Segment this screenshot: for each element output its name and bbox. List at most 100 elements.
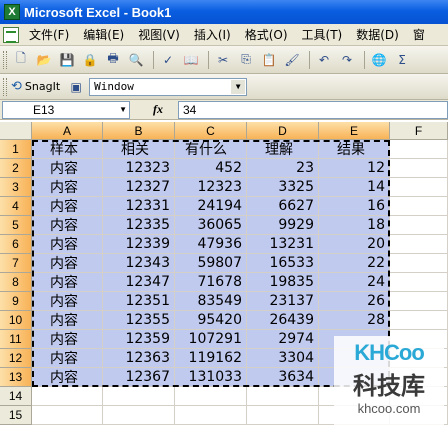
cell-c1[interactable]: 有什么 xyxy=(175,140,247,159)
table-cell[interactable]: 452 xyxy=(175,159,247,178)
table-cell[interactable] xyxy=(32,387,103,406)
table-cell[interactable]: 3634 xyxy=(247,368,319,387)
row-header[interactable]: 4 xyxy=(0,197,32,216)
formula-input[interactable]: 34 xyxy=(178,100,448,119)
table-cell[interactable] xyxy=(390,254,448,273)
table-cell[interactable]: 59807 xyxy=(175,254,247,273)
save-icon[interactable]: 💾 xyxy=(57,50,77,70)
table-cell[interactable]: 26 xyxy=(319,292,390,311)
menu-window[interactable]: 窗 xyxy=(413,26,425,43)
row-header[interactable]: 13 xyxy=(0,368,32,387)
row-header[interactable]: 7 xyxy=(0,254,32,273)
table-cell[interactable]: 6627 xyxy=(247,197,319,216)
menu-view[interactable]: 视图(V) xyxy=(138,26,180,43)
redo-icon[interactable]: ↷ xyxy=(337,50,357,70)
table-cell[interactable] xyxy=(390,159,448,178)
table-cell[interactable]: 36065 xyxy=(175,216,247,235)
column-header-e[interactable]: E xyxy=(319,122,390,140)
row-header[interactable]: 6 xyxy=(0,235,32,254)
fx-icon[interactable]: fx xyxy=(138,102,178,117)
table-cell[interactable]: 12343 xyxy=(103,254,175,273)
table-cell[interactable]: 12323 xyxy=(175,178,247,197)
table-cell[interactable]: 24194 xyxy=(175,197,247,216)
table-cell[interactable]: 71678 xyxy=(175,273,247,292)
table-cell[interactable]: 131033 xyxy=(175,368,247,387)
table-cell[interactable]: 3304 xyxy=(247,349,319,368)
table-cell[interactable]: 12351 xyxy=(103,292,175,311)
chevron-down-icon[interactable]: ▼ xyxy=(231,79,246,94)
capture-mode-select[interactable]: Window ▼ xyxy=(89,77,248,96)
column-header-f[interactable]: F xyxy=(390,122,448,140)
row-header[interactable]: 3 xyxy=(0,178,32,197)
row-header[interactable]: 15 xyxy=(0,406,32,425)
table-cell[interactable]: 内容 xyxy=(32,292,103,311)
table-cell[interactable]: 16533 xyxy=(247,254,319,273)
menu-tools[interactable]: 工具(T) xyxy=(302,26,343,43)
permission-icon[interactable]: 🔒 xyxy=(80,50,100,70)
toolbar-grip[interactable] xyxy=(3,77,7,96)
table-cell[interactable]: 23 xyxy=(247,159,319,178)
capture-settings-icon[interactable]: ▣ xyxy=(66,77,86,97)
hyperlink-icon[interactable]: 🌐 xyxy=(369,50,389,70)
undo-icon[interactable]: ↶ xyxy=(314,50,334,70)
table-cell[interactable] xyxy=(390,311,448,330)
table-cell[interactable]: 47936 xyxy=(175,235,247,254)
table-cell[interactable]: 内容 xyxy=(32,349,103,368)
table-cell[interactable]: 12359 xyxy=(103,330,175,349)
row-header[interactable]: 5 xyxy=(0,216,32,235)
table-cell[interactable] xyxy=(175,387,247,406)
table-cell[interactable]: 12339 xyxy=(103,235,175,254)
table-cell[interactable]: 12367 xyxy=(103,368,175,387)
menu-edit[interactable]: 编辑(E) xyxy=(83,26,124,43)
table-cell[interactable]: 95420 xyxy=(175,311,247,330)
table-cell[interactable]: 内容 xyxy=(32,235,103,254)
table-cell[interactable]: 12355 xyxy=(103,311,175,330)
chevron-down-icon[interactable]: ▼ xyxy=(119,105,127,114)
table-cell[interactable]: 3325 xyxy=(247,178,319,197)
table-cell[interactable]: 83549 xyxy=(175,292,247,311)
table-cell[interactable]: 19835 xyxy=(247,273,319,292)
row-header[interactable]: 1 xyxy=(0,140,32,159)
table-cell[interactable]: 119162 xyxy=(175,349,247,368)
table-cell[interactable] xyxy=(390,197,448,216)
column-header-c[interactable]: C xyxy=(175,122,247,140)
table-cell[interactable] xyxy=(247,406,319,425)
copy-icon[interactable]: ⎘ xyxy=(236,50,256,70)
menu-insert[interactable]: 插入(I) xyxy=(194,26,231,43)
table-cell[interactable]: 107291 xyxy=(175,330,247,349)
sum-icon[interactable]: Σ xyxy=(392,50,412,70)
table-cell[interactable]: 12347 xyxy=(103,273,175,292)
cell-f1[interactable] xyxy=(390,140,448,159)
table-cell[interactable]: 28 xyxy=(319,311,390,330)
spelling-icon[interactable]: ✓ xyxy=(158,50,178,70)
table-cell[interactable]: 内容 xyxy=(32,273,103,292)
table-cell[interactable]: 内容 xyxy=(32,197,103,216)
new-icon[interactable]: 🗋 xyxy=(11,50,31,70)
table-cell[interactable] xyxy=(390,273,448,292)
table-cell[interactable] xyxy=(390,178,448,197)
print-icon[interactable]: 🖶 xyxy=(103,50,123,70)
open-icon[interactable]: 📂 xyxy=(34,50,54,70)
table-cell[interactable] xyxy=(390,216,448,235)
row-header[interactable]: 9 xyxy=(0,292,32,311)
table-cell[interactable]: 22 xyxy=(319,254,390,273)
cell-a1[interactable]: 样本 xyxy=(32,140,103,159)
cell-d1[interactable]: 理解 xyxy=(247,140,319,159)
table-cell[interactable]: 9929 xyxy=(247,216,319,235)
table-cell[interactable] xyxy=(247,387,319,406)
table-cell[interactable]: 12327 xyxy=(103,178,175,197)
table-cell[interactable]: 24 xyxy=(319,273,390,292)
table-cell[interactable]: 16 xyxy=(319,197,390,216)
row-header[interactable]: 14 xyxy=(0,387,32,406)
table-cell[interactable]: 内容 xyxy=(32,159,103,178)
table-cell[interactable]: 内容 xyxy=(32,330,103,349)
table-cell[interactable]: 20 xyxy=(319,235,390,254)
table-cell[interactable]: 18 xyxy=(319,216,390,235)
row-header[interactable]: 11 xyxy=(0,330,32,349)
table-cell[interactable] xyxy=(103,406,175,425)
menu-data[interactable]: 数据(D) xyxy=(356,26,399,43)
table-cell[interactable]: 14 xyxy=(319,178,390,197)
research-icon[interactable]: 📖 xyxy=(181,50,201,70)
table-cell[interactable]: 26439 xyxy=(247,311,319,330)
paste-icon[interactable]: 📋 xyxy=(259,50,279,70)
